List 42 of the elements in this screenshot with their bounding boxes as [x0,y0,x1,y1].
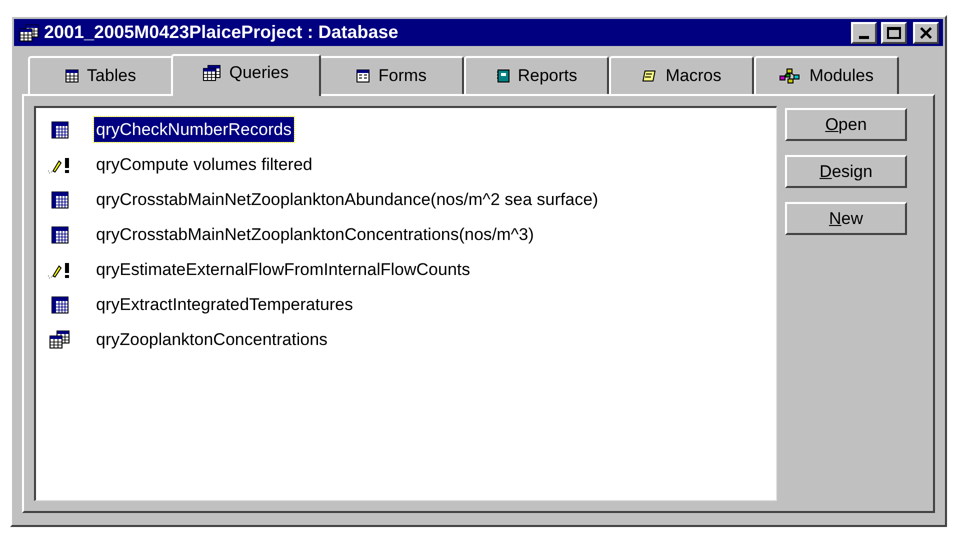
form-icon [356,69,370,83]
datasheet-icon [51,296,69,314]
query-item[interactable]: qryZooplanktonConcentrations [40,322,776,357]
query-name: qryZooplanktonConcentrations [95,328,329,351]
tab[interactable]: Reports [464,56,609,94]
query-name: qryExtractIntegratedTemperatures [95,294,354,316]
window-title: 2001_2005M0423PlaiceProject : Database [44,21,400,44]
query-name: qryEstimateExternalFlowFromInternalFlowCounts [95,258,472,281]
query-item[interactable]: qryCrosstabMainNetZooplanktonConcentrations(nos/m^3) [40,217,776,252]
query-name: qryCrosstabMainNetZooplanktonAbundance(nos/m^2 sea surface) [95,188,600,211]
maximize-button[interactable] [881,22,907,44]
command-button[interactable]: New [785,202,907,235]
query-icon [203,65,222,81]
datasheet-icon [51,120,69,138]
close-button[interactable] [913,22,939,44]
query-item[interactable]: qryCrosstabMainNetZooplanktonAbundance(nos/m^2 sea surface) [40,182,776,217]
scroll-icon [642,69,658,83]
minimize-button[interactable] [851,22,877,44]
query-icon [49,330,71,350]
command-button[interactable]: Design [785,155,907,188]
query-item[interactable]: qryExtractIntegratedTemperatures [40,287,776,322]
tab[interactable]: Tables [28,56,173,94]
minimize-icon [859,36,869,39]
datasheet-icon [51,226,69,244]
table-icon [64,69,79,83]
query-name: qryCheckNumberRecords [94,116,294,142]
database-icon [18,22,40,43]
query-item[interactable]: qryCheckNumberRecords [40,112,776,147]
command-button[interactable]: Open [785,108,907,141]
report-icon [496,69,510,83]
maximize-icon [887,26,901,39]
tab[interactable]: Macros [609,56,754,94]
query-item[interactable]: qryEstimateExternalFlowFromInternalFlowCounts [40,252,776,287]
close-icon [920,26,932,39]
tab[interactable]: Forms [319,56,464,94]
query-name: qryCrosstabMainNetZooplanktonConcentrations(nos/m^3) [95,224,535,246]
module-icon [779,68,802,84]
query-item[interactable]: qryCompute volumes filtered [40,147,776,182]
tab[interactable]: Queries [171,54,321,96]
query-name: qryCompute volumes filtered [95,154,314,176]
tab[interactable]: Modules [754,56,899,94]
datasheet-icon [51,190,69,208]
